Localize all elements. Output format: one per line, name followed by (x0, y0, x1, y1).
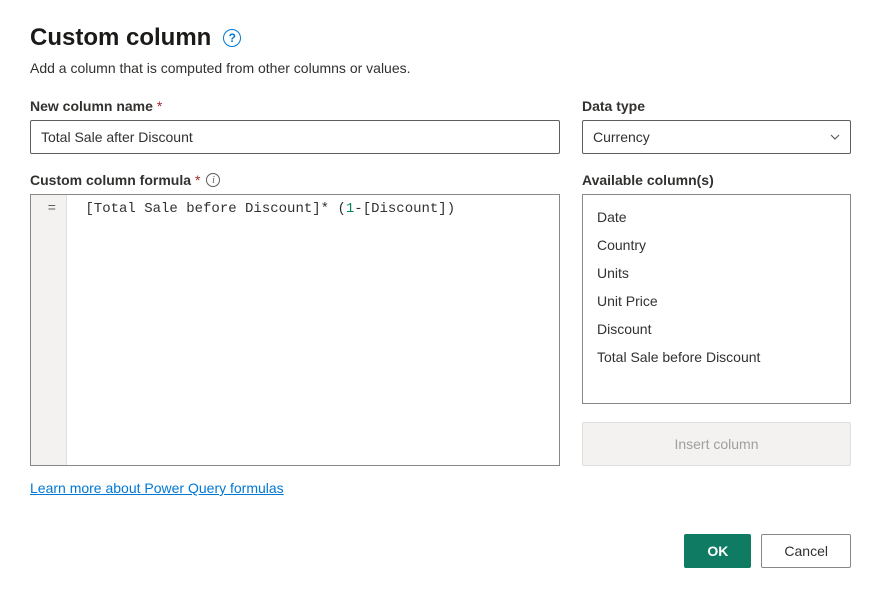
learn-more-link[interactable]: Learn more about Power Query formulas (30, 480, 284, 496)
insert-column-button[interactable]: Insert column (582, 422, 851, 466)
list-item[interactable]: Discount (583, 315, 850, 343)
list-item[interactable]: Units (583, 259, 850, 287)
formula-label: Custom column formula * (30, 172, 200, 188)
data-type-select[interactable]: Currency (582, 120, 851, 154)
available-columns-label: Available column(s) (582, 172, 851, 188)
column-name-label-text: New column name (30, 98, 153, 114)
ok-button[interactable]: OK (684, 534, 751, 568)
cancel-button[interactable]: Cancel (761, 534, 851, 568)
required-star-icon: * (157, 98, 162, 114)
dialog-subtitle: Add a column that is computed from other… (30, 60, 851, 76)
formula-editor[interactable]: = [Total Sale before Discount]* (1-[Disc… (30, 194, 560, 466)
list-item[interactable]: Unit Price (583, 287, 850, 315)
data-type-label: Data type (582, 98, 851, 114)
formula-label-text: Custom column formula (30, 172, 191, 188)
help-icon[interactable]: ? (223, 29, 241, 47)
info-icon[interactable]: i (206, 173, 220, 187)
column-name-input[interactable] (30, 120, 560, 154)
list-item[interactable]: Date (583, 203, 850, 231)
available-columns-list: Date Country Units Unit Price Discount T… (582, 194, 851, 404)
formula-code[interactable]: [Total Sale before Discount]* (1-[Discou… (67, 195, 559, 465)
column-name-label: New column name * (30, 98, 560, 114)
list-item[interactable]: Country (583, 231, 850, 259)
dialog-title: Custom column (30, 24, 211, 52)
list-item[interactable]: Total Sale before Discount (583, 343, 850, 371)
required-star-icon: * (195, 172, 200, 188)
formula-gutter: = (31, 195, 67, 465)
